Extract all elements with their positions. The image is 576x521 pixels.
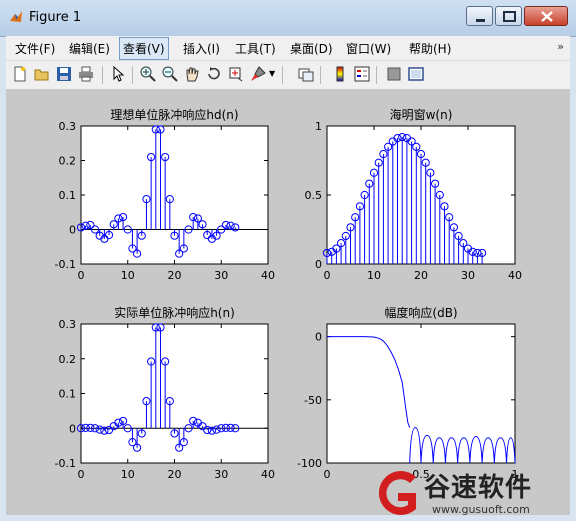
axes-background [326, 323, 516, 464]
pan-icon[interactable] [184, 66, 200, 82]
link-plot-icon[interactable] [298, 66, 314, 82]
watermark-brand: 谷速软件 [424, 473, 533, 503]
x-tick-label: 40 [261, 468, 275, 481]
y-tick-label: 0 [315, 331, 322, 344]
minimize-icon [476, 19, 485, 22]
x-tick-label: 40 [261, 269, 275, 282]
axes-background [80, 125, 269, 265]
menu-overflow-icon[interactable]: » [557, 40, 564, 53]
y-tick-label: 0 [69, 422, 76, 435]
y-tick-label: 0.3 [59, 120, 77, 133]
plots-svg: 理想单位脉冲响应hd(n)0 10 20 30 40-0.100.10.20.3海明窗w… [55, 107, 523, 481]
menu-edit[interactable]: 编辑(E) [66, 39, 113, 58]
x-tick-label: 30 [461, 269, 475, 282]
axes-4: 幅度响应(dB)0 0.5 10-50-100 [297, 305, 518, 481]
y-tick-label: 0.5 [305, 189, 323, 202]
x-tick-label: 10 [121, 269, 135, 282]
new-figure-icon[interactable] [12, 66, 28, 82]
y-tick-label: 0 [69, 224, 76, 237]
window-title: Figure 1 [29, 10, 82, 25]
open-file-icon[interactable] [34, 66, 50, 82]
menu-file[interactable]: 文件(F) [12, 39, 58, 58]
y-tick-label: -50 [304, 394, 322, 407]
maximize-button[interactable] [495, 6, 522, 26]
watermark: 谷速软件 www.gusuoft.com [372, 465, 576, 521]
axes-3: 实际单位脉冲响应h(n)0 10 20 30 40-0.100.10.20.3 [55, 305, 275, 481]
menu-view[interactable]: 查看(V) [119, 37, 169, 60]
maximize-icon [503, 11, 516, 22]
menu-tools[interactable]: 工具(T) [232, 39, 279, 58]
axes-1: 理想单位脉冲响应hd(n)0 10 20 30 40-0.100.10.20.3 [55, 107, 275, 282]
x-tick-label: 0 [324, 269, 331, 282]
save-icon[interactable] [56, 66, 72, 82]
axes-title: 幅度响应(dB) [384, 305, 457, 320]
y-tick-label: -0.1 [55, 258, 76, 271]
menu-desktop[interactable]: 桌面(D) [287, 39, 336, 58]
menu-window[interactable]: 窗口(W) [343, 39, 394, 58]
x-tick-label: 10 [121, 468, 135, 481]
close-icon [541, 11, 553, 22]
matlab-figure-window: Figure 1 文件(F) 编辑(E) 查看(V) 插入(I) 工具(T) 桌… [0, 0, 576, 521]
menu-bar: 文件(F) 编辑(E) 查看(V) 插入(I) 工具(T) 桌面(D) 窗口(W… [6, 36, 570, 60]
axes-title: 海明窗w(n) [390, 107, 453, 122]
toolbar-separator [282, 66, 283, 84]
print-icon[interactable] [78, 66, 94, 82]
y-tick-label: 0.1 [59, 388, 77, 401]
axes-title: 实际单位脉冲响应h(n) [114, 305, 235, 320]
data-cursor-icon[interactable] [228, 66, 244, 82]
axes-2: 海明窗w(n) 0 10 20 30 40 0 0.5 1 [305, 107, 523, 282]
show-plot-tools-icon[interactable] [408, 66, 424, 82]
toolbar-separator [376, 66, 377, 84]
x-tick-label: 20 [414, 269, 428, 282]
y-tick-label: -100 [297, 457, 322, 470]
y-tick-label: 0.2 [59, 155, 77, 168]
menu-help[interactable]: 帮助(H) [406, 39, 454, 58]
x-tick-label: 0 [78, 269, 85, 282]
matlab-logo-icon [10, 11, 22, 22]
y-tick-label: -0.1 [55, 457, 76, 470]
title-bar[interactable]: Figure 1 [0, 0, 576, 37]
axes-background [80, 323, 269, 464]
y-tick-label: 0 [315, 258, 322, 271]
x-tick-label: 0 [324, 468, 331, 481]
brush-icon[interactable] [250, 66, 266, 82]
brush-dropdown-icon[interactable]: ▼ [269, 69, 275, 78]
pointer-icon[interactable] [110, 66, 126, 82]
hide-plot-tools-icon[interactable] [386, 66, 402, 82]
close-button[interactable] [524, 6, 568, 26]
zoom-out-icon[interactable] [162, 66, 178, 82]
watermark-url: www.gusuoft.com [432, 503, 530, 516]
toolbar-separator [320, 66, 321, 84]
zoom-in-icon[interactable] [140, 66, 156, 82]
minimize-button[interactable] [466, 6, 493, 26]
x-tick-label: 30 [214, 468, 228, 481]
watermark-logo-icon [378, 471, 416, 515]
figure-canvas: 理想单位脉冲响应hd(n) 0 10 20 30 40 -0.1 0 0.1 0.2 0.3 海明窗w… [6, 89, 570, 515]
y-tick-label: 0.2 [59, 353, 77, 366]
x-tick-label: 30 [214, 269, 228, 282]
axes-title: 理想单位脉冲响应hd(n) [110, 107, 238, 122]
rotate-3d-icon[interactable] [206, 66, 222, 82]
x-tick-label: 20 [168, 269, 182, 282]
colorbar-icon[interactable] [332, 66, 348, 82]
legend-icon[interactable] [354, 66, 370, 82]
figure-toolbar: ▼ [6, 60, 570, 90]
x-tick-label: 40 [508, 269, 522, 282]
x-tick-label: 20 [168, 468, 182, 481]
y-tick-label: 0.1 [59, 189, 77, 202]
x-tick-label: 0 [78, 468, 85, 481]
y-tick-label: 1 [315, 120, 322, 133]
x-tick-label: 10 [367, 269, 381, 282]
y-tick-label: 0.3 [59, 318, 77, 331]
toolbar-separator [102, 66, 103, 84]
menu-insert[interactable]: 插入(I) [180, 39, 223, 58]
toolbar-separator [132, 66, 133, 84]
